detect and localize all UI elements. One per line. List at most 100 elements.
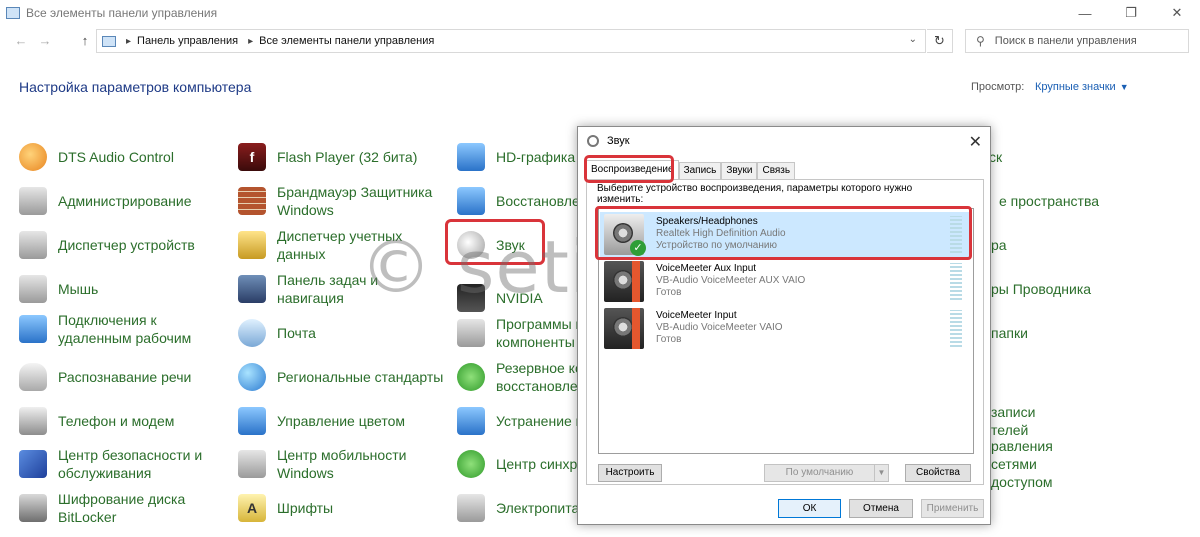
dialog-close-icon[interactable]: ✕ [969, 132, 982, 152]
phone-icon [19, 407, 47, 435]
tab-communications[interactable]: Связь [757, 162, 796, 180]
cp-item-power-options[interactable]: Электропита [457, 488, 579, 528]
view-label: Просмотр: [971, 81, 1025, 93]
up-button[interactable]: ↑ [76, 32, 94, 50]
device-voicemeeter-input[interactable]: VoiceMeeter Input VB-Audio VoiceMeeter V… [600, 306, 972, 351]
cp-item-programs[interactable]: Программы и компоненты [457, 313, 587, 353]
cp-item-col4-3[interactable]: ра [991, 225, 1007, 265]
remote-desktop-icon [19, 315, 47, 343]
volume-meter [950, 310, 962, 347]
caret-down-icon: ▼ [1119, 82, 1129, 92]
flag-icon [19, 450, 47, 478]
ok-button[interactable]: ОК [778, 499, 841, 518]
chevron-right-icon: ▸ [126, 35, 132, 47]
refresh-button[interactable]: ↻ [927, 29, 953, 53]
control-panel-icon [102, 35, 116, 47]
window-title: Все элементы панели управления [26, 6, 218, 20]
cp-item-bitlocker[interactable]: Шифрование диска BitLocker [19, 488, 209, 528]
dts-audio-icon [19, 143, 47, 171]
voicemeeter-icon [604, 308, 644, 349]
backup-icon [457, 363, 485, 391]
cp-item-device-manager[interactable]: Диспетчер устройств [19, 225, 195, 265]
chevron-down-icon[interactable]: ⌄ [909, 34, 917, 45]
search-icon: ⚲ [976, 34, 985, 48]
close-button[interactable]: ✕ [1154, 0, 1200, 26]
cp-item-firewall[interactable]: Брандмауэр Защитника Windows [238, 181, 438, 221]
admin-tools-icon [19, 187, 47, 215]
address-bar[interactable]: ▸ Панель управления ▸ Все элементы панел… [96, 29, 926, 53]
minimize-button[interactable]: — [1062, 0, 1108, 26]
cp-item-security-center[interactable]: Центр безопасности и обслуживания [19, 444, 219, 484]
playback-tab-highlight-frame [584, 155, 674, 183]
cp-item-administration[interactable]: Администрирование [19, 181, 192, 221]
color-management-icon [238, 407, 266, 435]
cp-item-fonts[interactable]: A Шрифты [238, 488, 333, 528]
control-panel-icon [6, 7, 20, 19]
back-button[interactable]: ← [12, 32, 30, 50]
cp-item-sync-center[interactable]: Центр синхро [457, 444, 585, 484]
cp-item-remote-connections[interactable]: Подключения к удаленным рабочим [19, 309, 209, 349]
firewall-icon [238, 187, 266, 215]
recovery-icon [457, 187, 485, 215]
cp-item-mobility-center[interactable]: Центр мобильности Windows [238, 444, 438, 484]
cancel-button[interactable]: Отмена [849, 499, 913, 518]
cp-item-col4-2[interactable]: е пространства [999, 181, 1099, 221]
mobility-center-icon [238, 450, 266, 478]
credential-vault-icon [238, 231, 266, 259]
cp-item-speech-recognition[interactable]: Распознавание речи [19, 357, 191, 397]
mail-icon [238, 319, 266, 347]
view-mode-dropdown[interactable]: Крупные значки ▼ [1035, 81, 1129, 93]
speaker-icon [587, 135, 599, 147]
set-default-button[interactable]: По умолчанию ▼ [764, 464, 889, 482]
fonts-icon: A [238, 494, 266, 522]
cp-item-backup[interactable]: Резервное ко восстановлен [457, 357, 587, 397]
flash-icon: f [238, 143, 266, 171]
chevron-down-icon[interactable]: ▼ [874, 465, 888, 481]
voicemeeter-icon [604, 261, 644, 302]
search-box[interactable]: ⚲ [965, 29, 1189, 53]
cp-item-dts-audio[interactable]: DTS Audio Control [19, 137, 174, 177]
device-manager-icon [19, 231, 47, 259]
breadcrumb-all-items[interactable]: Все элементы панели управления [259, 35, 434, 47]
device-voicemeeter-aux[interactable]: VoiceMeeter Aux Input VB-Audio VoiceMeet… [600, 259, 972, 304]
dialog-title-bar: Звук ✕ [578, 127, 990, 155]
cp-item-col4-6[interactable]: записи телей [991, 401, 1071, 441]
sound-dialog: Звук ✕ Воспроизведение Запись Звуки Связ… [577, 126, 991, 525]
globe-clock-icon [238, 363, 266, 391]
microphone-icon [19, 363, 47, 391]
cp-item-flash-player[interactable]: f Flash Player (32 бита) [238, 137, 417, 177]
volume-meter [950, 263, 962, 300]
cp-item-col4-4[interactable]: ры Проводника [991, 269, 1091, 309]
page-title: Настройка параметров компьютера [19, 79, 252, 95]
configure-button[interactable]: Настроить [598, 464, 662, 482]
title-bar: Все элементы панели управления — ❐ ✕ [0, 0, 1200, 26]
bitlocker-key-icon [19, 494, 47, 522]
forward-button[interactable]: → [36, 32, 54, 50]
apply-button[interactable]: Применить [921, 499, 984, 518]
search-input[interactable] [994, 35, 1165, 47]
cp-item-troubleshooting[interactable]: Устранение н [457, 401, 583, 441]
cp-item-recovery[interactable]: Восстановлен [457, 181, 588, 221]
view-mode-value: Крупные значки [1035, 81, 1116, 93]
sync-icon [457, 450, 485, 478]
cp-item-col4-7[interactable]: равления сетями доступом [991, 438, 1111, 490]
tab-recording[interactable]: Запись [678, 162, 722, 180]
troubleshooting-icon [457, 407, 485, 435]
restore-button[interactable]: ❐ [1108, 0, 1154, 26]
properties-button[interactable]: Свойства [905, 464, 971, 482]
cp-item-mouse[interactable]: Мышь [19, 269, 98, 309]
intel-graphics-icon [457, 143, 485, 171]
cp-item-col4-5[interactable]: папки [991, 313, 1028, 353]
navigation-bar: ← → ↑ ▸ Панель управления ▸ Все элементы… [0, 28, 1200, 54]
cp-item-color-management[interactable]: Управление цветом [238, 401, 405, 441]
mouse-icon [19, 275, 47, 303]
cp-item-phone-modem[interactable]: Телефон и модем [19, 401, 174, 441]
cp-item-regional[interactable]: Региональные стандарты [238, 357, 443, 397]
tab-sounds[interactable]: Звуки [721, 162, 758, 180]
cp-item-mail[interactable]: Почта [238, 313, 316, 353]
dialog-title: Звук [607, 135, 630, 147]
programs-icon [457, 319, 485, 347]
breadcrumb-control-panel[interactable]: Панель управления [137, 35, 238, 47]
cp-item-hd-graphics[interactable]: HD-графика [457, 137, 575, 177]
instruction-text: Выберите устройство воспроизведения, пар… [597, 183, 913, 205]
